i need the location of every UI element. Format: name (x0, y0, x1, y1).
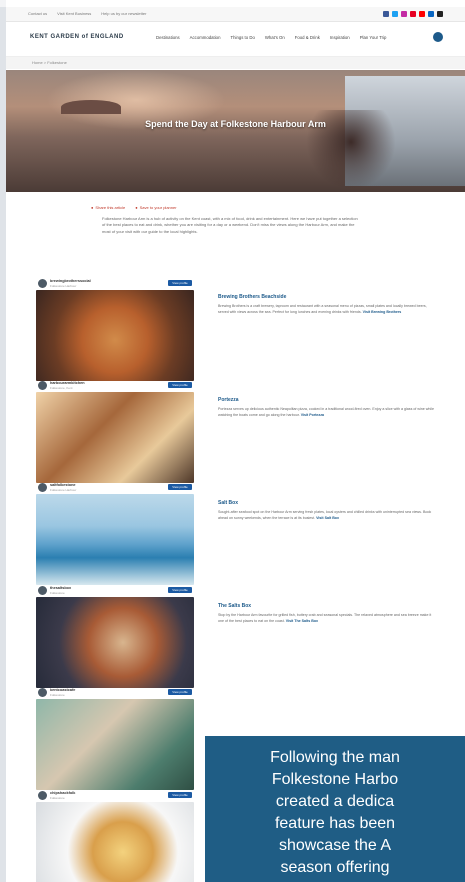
main-nav: KENT GARDEN of ENGLAND Destinations Acco… (6, 22, 465, 57)
breadcrumb-text[interactable]: Home > Folkestone (32, 60, 67, 65)
account-name[interactable]: brewingbrotherssocial (50, 279, 91, 283)
avatar (38, 586, 47, 595)
pinterest-icon[interactable] (410, 11, 416, 17)
hero-umbrella (61, 100, 121, 114)
hero-banner: Spend the Day at Folkestone Harbour Arm (6, 70, 465, 192)
article-title: Portezza (218, 397, 239, 403)
account-name[interactable]: chipshackfolk (50, 791, 75, 795)
card-header: saltfolkestone Folkestone Harbour View p… (36, 482, 194, 494)
menu-item-things-to-do[interactable]: Things to Do (230, 35, 254, 40)
instagram-card: thesaltsbox Folkestone View profile (36, 585, 194, 688)
article-link[interactable]: Visit Brewing Brothers (363, 310, 402, 314)
instagram-card: brewingbrotherssocial Folkestone Harbour… (36, 278, 194, 381)
view-profile-button[interactable]: View profile (168, 792, 192, 798)
account-location: Folkestone, Kent (50, 386, 73, 390)
avatar (38, 791, 47, 800)
account-name[interactable]: harbourarmkitchen (50, 381, 85, 385)
platter-photo[interactable] (36, 392, 194, 483)
linkedin-icon[interactable] (428, 11, 434, 17)
menu-item-destinations[interactable]: Destinations (156, 35, 180, 40)
top-link[interactable]: Visit Kent Business (57, 11, 91, 16)
article-actions: Share this article Save to your planner (91, 205, 177, 210)
card-header: kentcoastcafe Folkestone View profile (36, 687, 194, 699)
card-header: brewingbrotherssocial Folkestone Harbour… (36, 278, 194, 290)
account-location: Folkestone (50, 693, 65, 697)
article-link[interactable]: Visit Portezza (301, 413, 324, 417)
instagram-card: saltfolkestone Folkestone Harbour View p… (36, 482, 194, 585)
instagram-icon[interactable] (401, 11, 407, 17)
view-profile-button[interactable]: View profile (168, 382, 192, 388)
menu-item-inspiration[interactable]: Inspiration (330, 35, 350, 40)
youtube-icon[interactable] (419, 11, 425, 17)
site-logo[interactable]: KENT GARDEN of ENGLAND (30, 34, 124, 40)
card-header: thesaltsbox Folkestone View profile (36, 585, 194, 597)
menu-item-food-drink[interactable]: Food & Drink (295, 35, 320, 40)
top-links: Contact us Visit Kent Business Help us b… (28, 11, 146, 16)
account-name[interactable]: thesaltsbox (50, 586, 71, 590)
account-location: Folkestone Harbour (50, 488, 77, 492)
article-section: Salt Box Sought-after seafood spot on th… (218, 500, 438, 521)
article-link[interactable]: Visit Salt Box (316, 516, 339, 520)
facebook-icon[interactable] (383, 11, 389, 17)
menu-item-plan[interactable]: Plan Your Trip (360, 35, 387, 40)
view-profile-button[interactable]: View profile (168, 587, 192, 593)
article-body: Stop by the Harbour Arm favourite for gr… (218, 613, 432, 623)
avatar (38, 279, 47, 288)
top-bar: Contact us Visit Kent Business Help us b… (6, 7, 465, 22)
instagram-card: harbourarmkitchen Folkestone, Kent View … (36, 380, 194, 483)
account-location: Folkestone (50, 591, 65, 595)
pizza-photo[interactable] (36, 290, 194, 381)
menu-item-accommodation[interactable]: Accommodation (190, 35, 221, 40)
avatar (38, 688, 47, 697)
article-body: Portezza serves up delicious authentic N… (218, 407, 434, 417)
account-location: Folkestone Harbour (50, 284, 77, 288)
main-menu: Destinations Accommodation Things to Do … (156, 35, 386, 40)
twitter-icon[interactable] (392, 11, 398, 17)
search-icon[interactable] (433, 32, 443, 42)
tiktok-icon[interactable] (437, 11, 443, 17)
card-header: harbourarmkitchen Folkestone, Kent View … (36, 380, 194, 392)
fish-and-chips-photo[interactable] (36, 802, 194, 882)
hero-title: Spend the Day at Folkestone Harbour Arm (145, 119, 326, 129)
avatar (38, 483, 47, 492)
account-location: Folkestone (50, 796, 65, 800)
article-title: The Salts Box (218, 603, 252, 609)
overlay-text: Following the man Folkestone Harbo creat… (270, 749, 400, 882)
article-title: Salt Box (218, 500, 239, 506)
account-name[interactable]: kentcoastcafe (50, 688, 75, 692)
top-link[interactable]: Contact us (28, 11, 47, 16)
breadcrumb: Home > Folkestone (6, 57, 465, 69)
article-section: Portezza Portezza serves up delicious au… (218, 397, 438, 418)
menu-item-whats-on[interactable]: What's On (265, 35, 285, 40)
intro-text: Folkestone Harbour Arm is a hub of activ… (102, 216, 358, 234)
share-link[interactable]: Share this article (91, 205, 125, 210)
caption-overlay: Following the man Folkestone Harbo creat… (205, 736, 465, 882)
top-link[interactable]: Help us by our newsletter (101, 11, 146, 16)
instagram-card: kentcoastcafe Folkestone View profile (36, 687, 194, 790)
save-link[interactable]: Save to your planner (135, 205, 177, 210)
avatar (38, 381, 47, 390)
article-link[interactable]: Visit The Salts Box (286, 619, 318, 623)
article-section: The Salts Box Stop by the Harbour Arm fa… (218, 603, 438, 624)
social-links (383, 11, 443, 17)
view-profile-button[interactable]: View profile (168, 280, 192, 286)
menu-photo[interactable] (36, 699, 194, 790)
view-profile-button[interactable]: View profile (168, 689, 192, 695)
view-profile-button[interactable]: View profile (168, 484, 192, 490)
sea-view-photo[interactable] (36, 494, 194, 585)
card-header: chipshackfolk Folkestone View profile (36, 790, 194, 802)
article-title: Brewing Brothers Beachside (218, 294, 287, 300)
account-name[interactable]: saltfolkestone (50, 483, 76, 487)
food-plate-photo[interactable] (36, 597, 194, 688)
instagram-card: chipshackfolk Folkestone View profile (36, 790, 194, 882)
article-section: Brewing Brothers Beachside Brewing Broth… (218, 294, 438, 315)
